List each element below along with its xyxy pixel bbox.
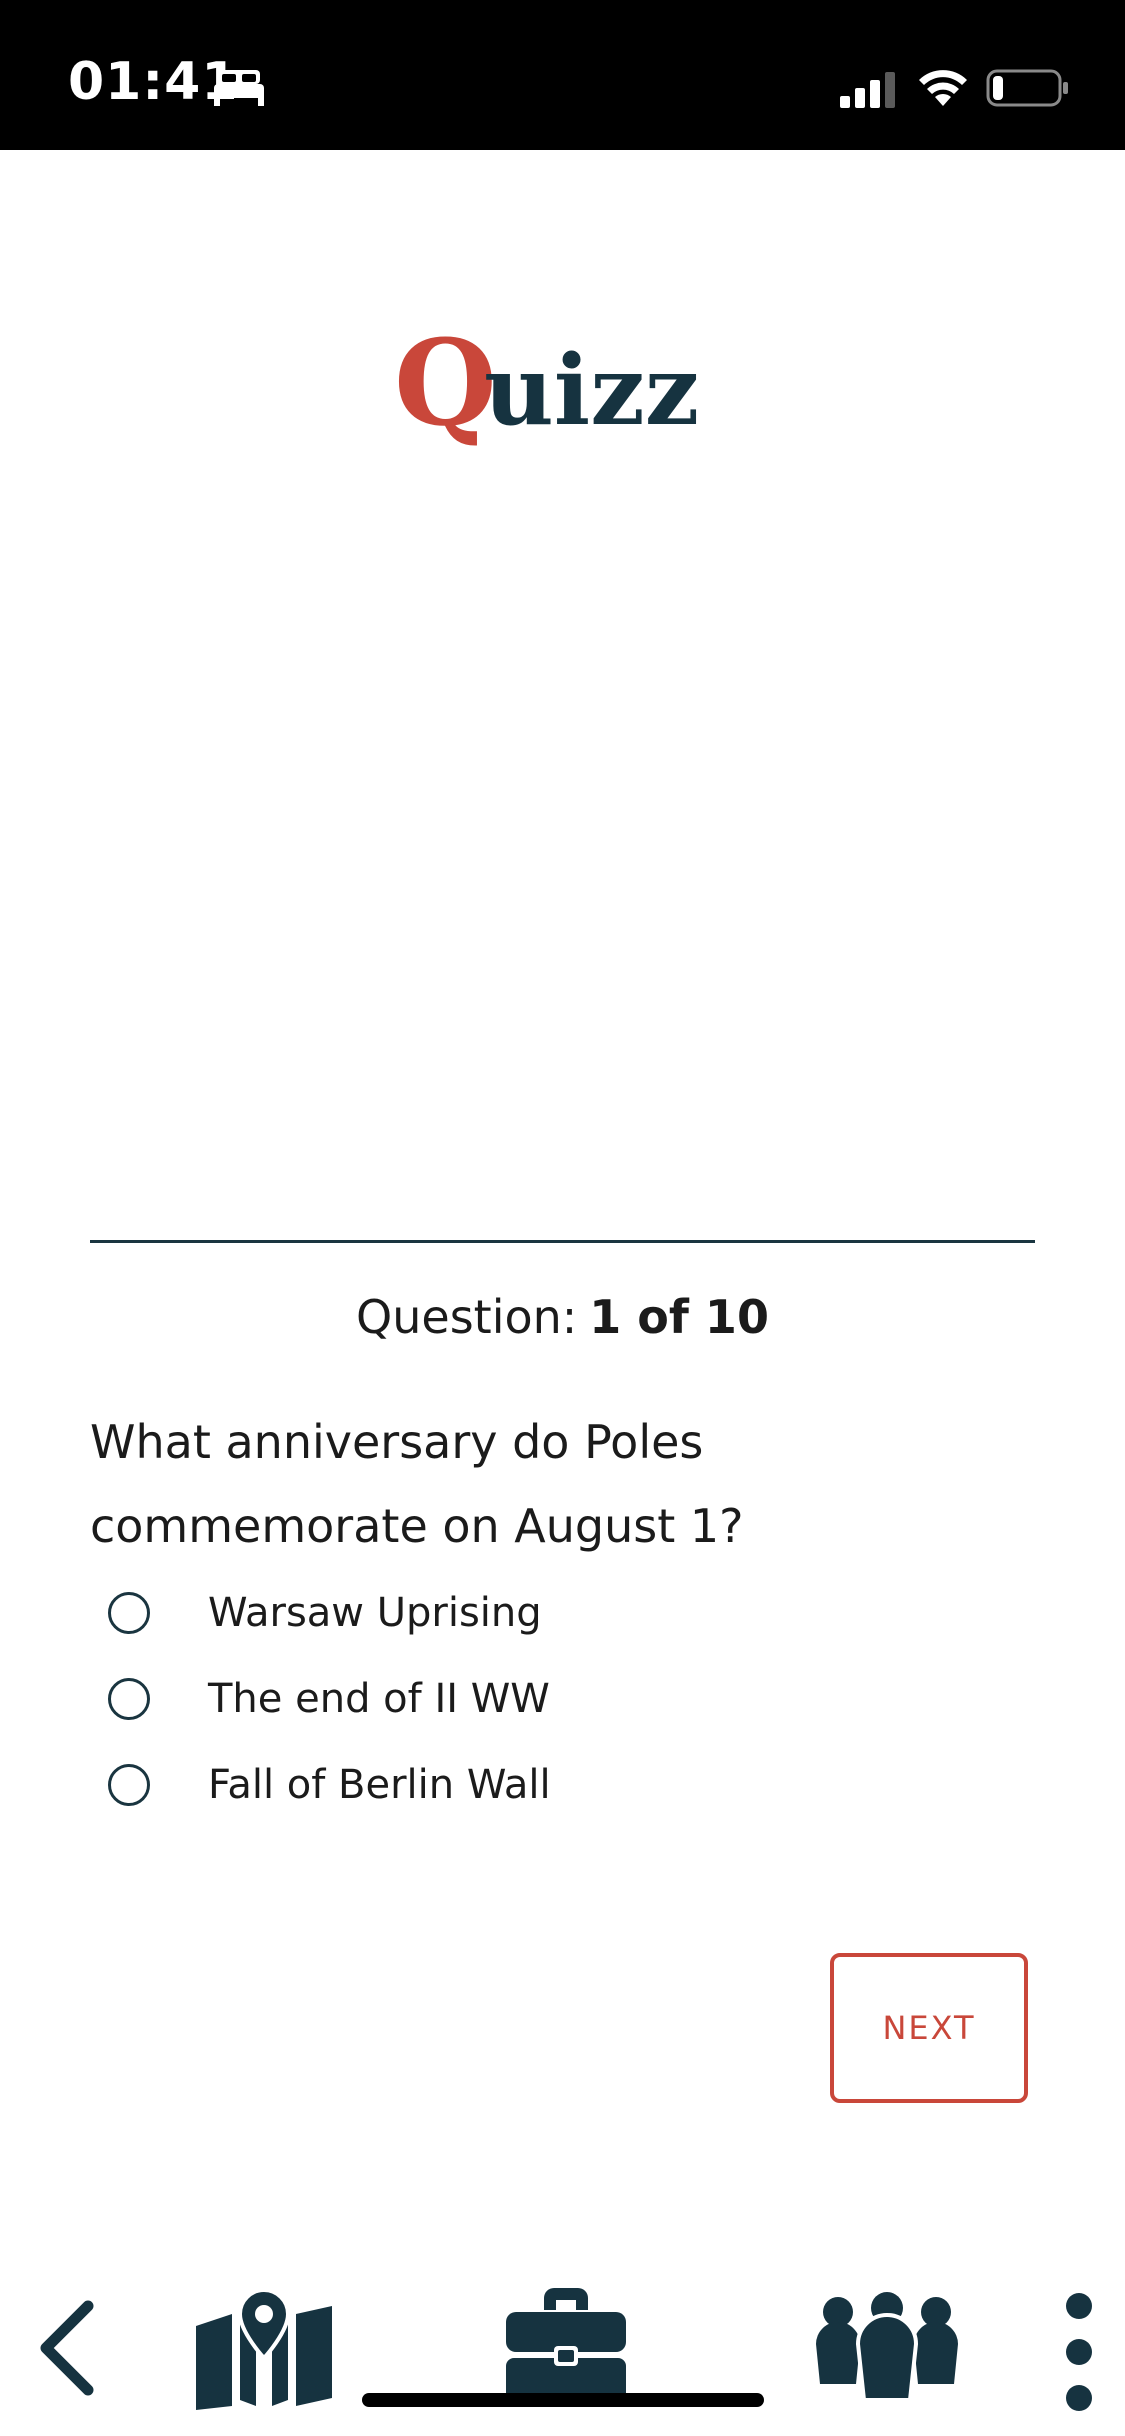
cellular-signal-icon (840, 72, 895, 108)
bottom-nav (0, 2270, 1125, 2436)
wifi-icon (919, 70, 967, 106)
answer-option[interactable]: The end of II WW (90, 1656, 1035, 1742)
home-indicator[interactable] (362, 2393, 764, 2407)
next-button[interactable]: NEXT (830, 1953, 1028, 2103)
question-text: What anniversary do Poles commemorate on… (90, 1415, 744, 1553)
divider (90, 1240, 1035, 1243)
answer-option-label: Fall of Berlin Wall (208, 1762, 551, 1808)
bed-icon (214, 70, 264, 106)
quiz-screen: 01:41 Q uizz Question: 1 of 10 What anni… (0, 0, 1125, 2436)
radio-button[interactable] (108, 1764, 150, 1806)
answer-options: Warsaw Uprising The end of II WW Fall of… (90, 1570, 1035, 1828)
answer-option[interactable]: Fall of Berlin Wall (90, 1742, 1035, 1828)
logo-letters-rest: uizz (484, 334, 699, 447)
battery-icon (986, 69, 1068, 107)
radio-button[interactable] (108, 1678, 150, 1720)
answer-option[interactable]: Warsaw Uprising (90, 1570, 1035, 1656)
answer-option-label: Warsaw Uprising (208, 1590, 542, 1636)
app-logo: Q uizz (392, 313, 736, 452)
community-icon[interactable] (810, 2292, 964, 2402)
logo-letter-q: Q (394, 320, 497, 450)
question-counter-value: 1 of 10 (589, 1290, 769, 1344)
status-bar: 01:41 (0, 0, 1125, 150)
radio-button[interactable] (108, 1592, 150, 1634)
answer-option-label: The end of II WW (208, 1676, 550, 1722)
back-icon[interactable] (36, 2300, 96, 2396)
map-icon[interactable] (192, 2286, 336, 2410)
question-counter-label: Question: (356, 1290, 578, 1344)
more-icon[interactable] (1062, 2292, 1096, 2412)
question-counter: Question: 1 of 10 (0, 1290, 1125, 1344)
briefcase-icon[interactable] (504, 2284, 628, 2404)
